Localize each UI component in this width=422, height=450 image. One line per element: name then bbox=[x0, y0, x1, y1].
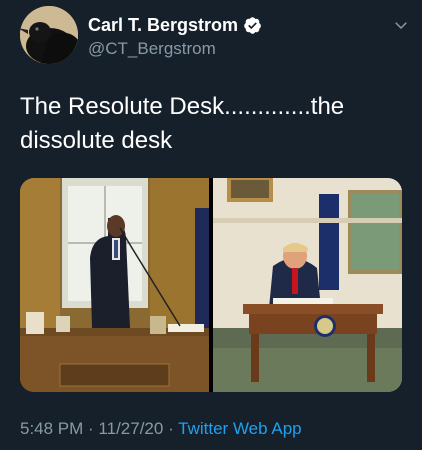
tweet-media[interactable] bbox=[20, 178, 402, 392]
oval-office-photo bbox=[20, 178, 209, 392]
avatar[interactable] bbox=[20, 6, 78, 64]
white-house-room-photo bbox=[213, 178, 402, 392]
display-name[interactable]: Carl T. Bergstrom bbox=[88, 14, 262, 36]
separator: · bbox=[163, 419, 179, 438]
chevron-down-icon[interactable] bbox=[392, 16, 410, 34]
crow-avatar-image bbox=[20, 6, 78, 64]
tweet-date[interactable]: 11/27/20 bbox=[98, 419, 163, 438]
tweet-text: The Resolute Desk.............the dissol… bbox=[20, 90, 405, 158]
user-handle[interactable]: @CT_Bergstrom bbox=[88, 38, 262, 60]
display-name-text[interactable]: Carl T. Bergstrom bbox=[88, 14, 238, 36]
tweet-text-line-2: dissolute desk bbox=[20, 127, 173, 154]
tweet-timestamp: 5:48 PM · 11/27/20 · Twitter Web App bbox=[20, 418, 302, 440]
separator: · bbox=[83, 419, 99, 438]
tweet-source-link[interactable]: Twitter Web App bbox=[178, 419, 301, 438]
photo-small-desk[interactable] bbox=[213, 178, 402, 392]
photo-resolute-desk[interactable] bbox=[20, 178, 209, 392]
verified-badge-icon bbox=[244, 16, 261, 34]
tweet-header: Carl T. Bergstrom @CT_Bergstrom bbox=[20, 6, 410, 66]
tweet-time[interactable]: 5:48 PM bbox=[20, 419, 83, 438]
tweet-text-line-1: The Resolute Desk.............the bbox=[20, 93, 345, 120]
